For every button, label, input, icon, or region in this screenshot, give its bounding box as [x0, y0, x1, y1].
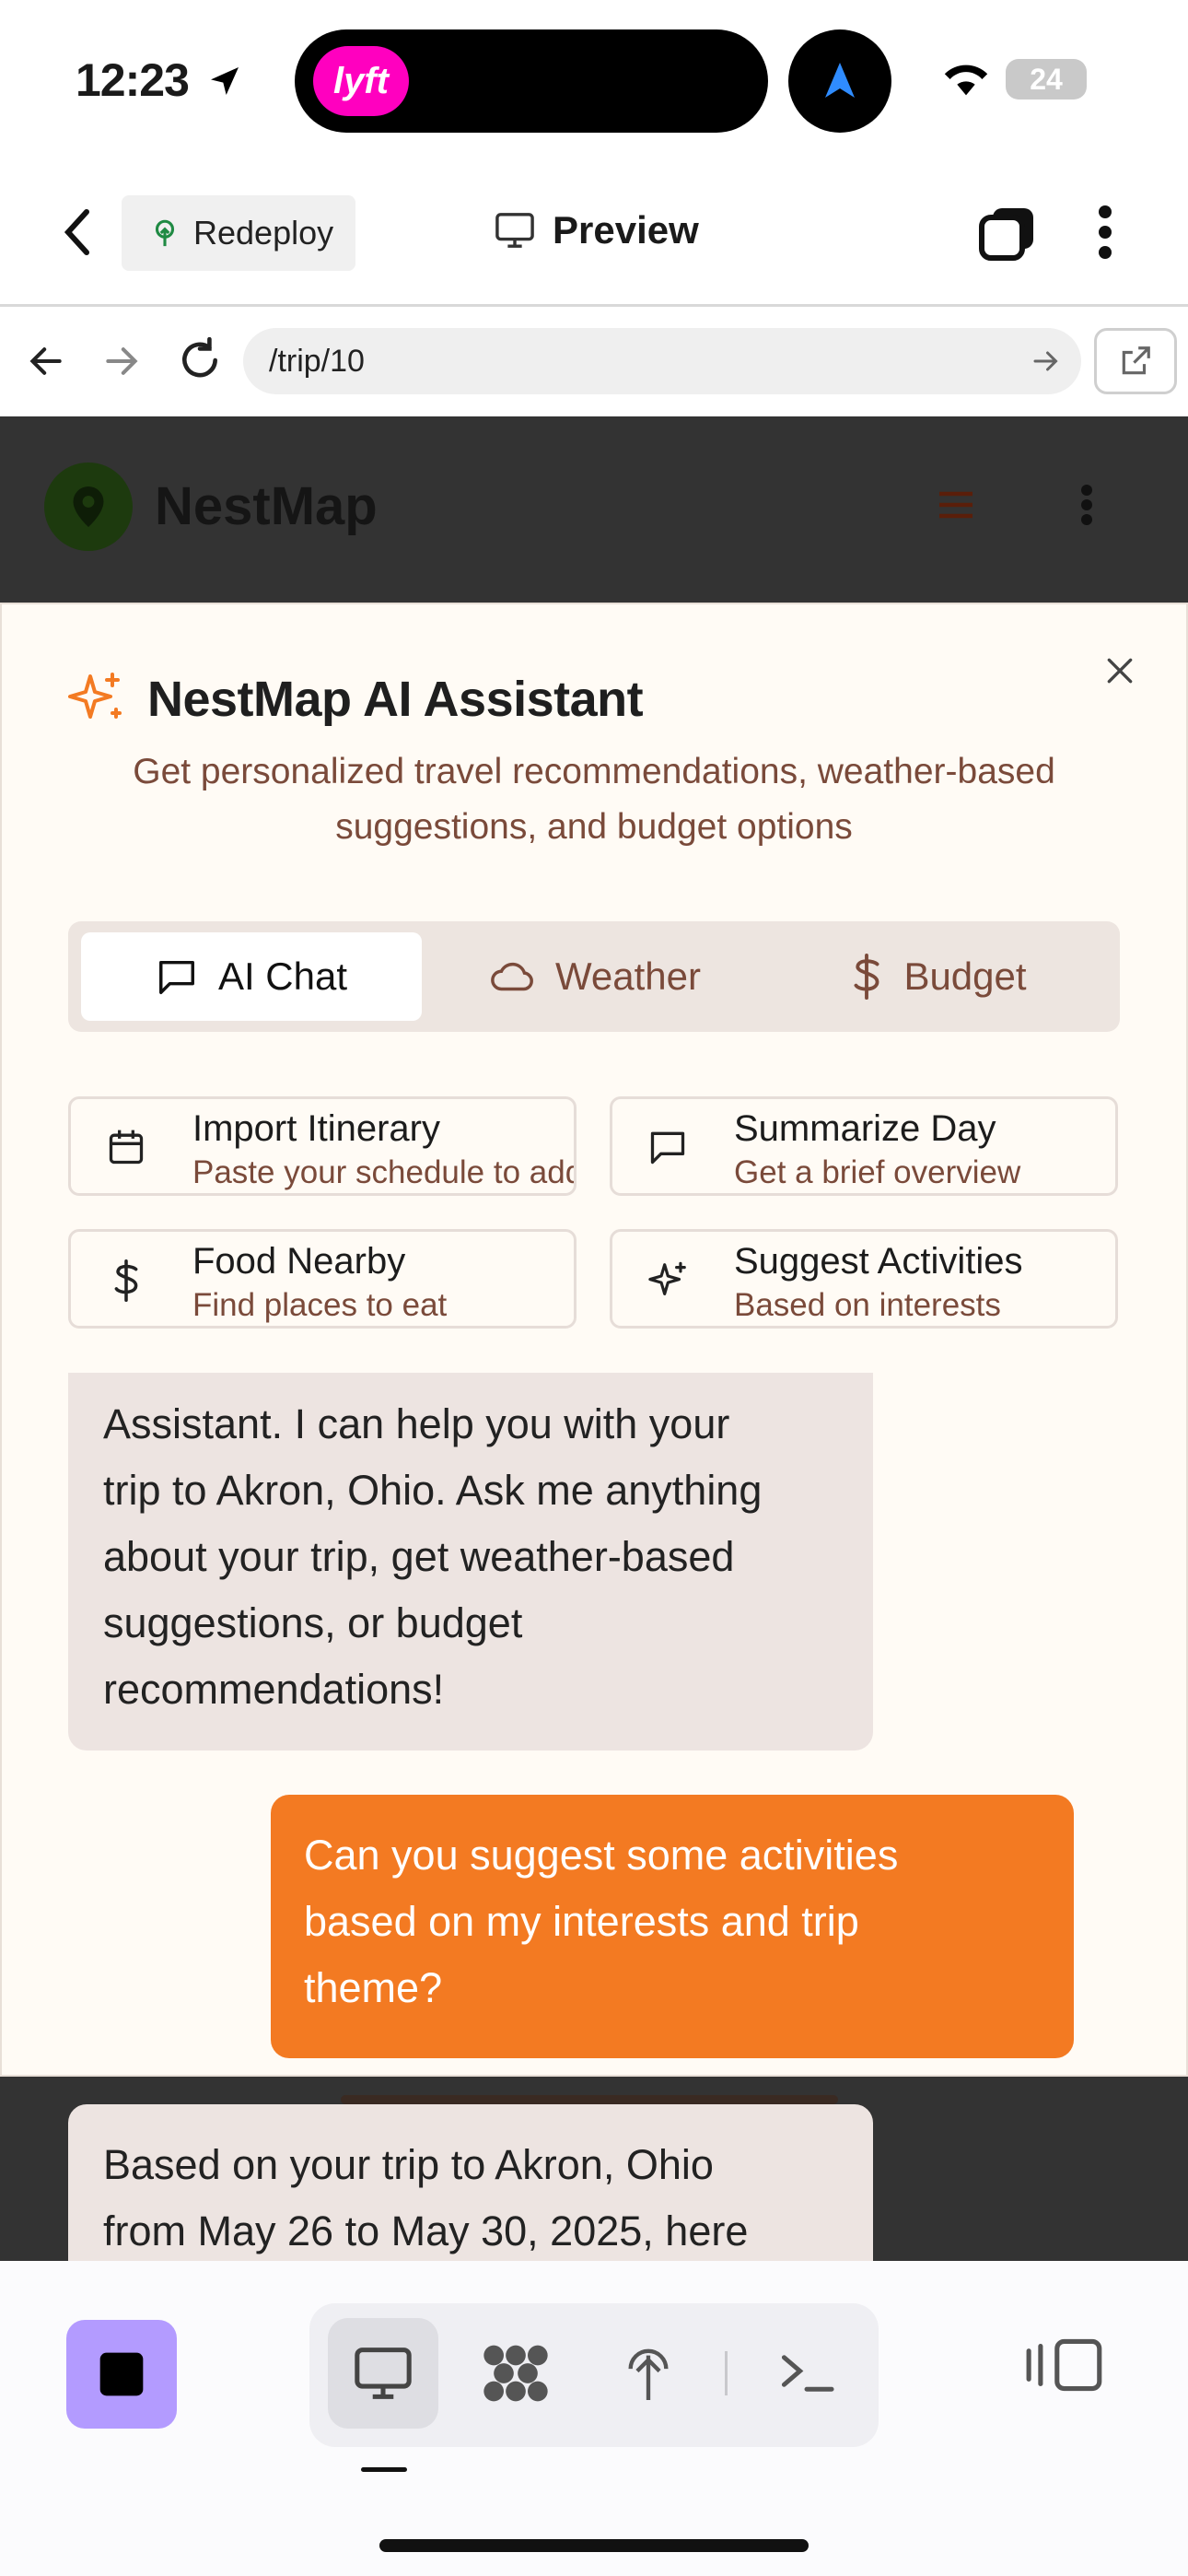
- dollar-icon: [114, 1259, 138, 1302]
- redeploy-button[interactable]: Redeploy: [122, 195, 355, 271]
- suggest-activities-button[interactable]: Suggest Activities Based on interests: [610, 1229, 1118, 1329]
- home-indicator: [379, 2539, 809, 2552]
- app-name: NestMap: [155, 476, 378, 536]
- workspace-tool-button[interactable]: [460, 2318, 571, 2429]
- stop-icon: [99, 2352, 144, 2396]
- chat-icon: [158, 960, 194, 994]
- ai-message-welcome: Assistant. I can help you with your trip…: [68, 1373, 873, 1751]
- navigation-indicator: [788, 29, 891, 133]
- hamburger-menu-icon[interactable]: [936, 486, 976, 523]
- sparkles-icon: [68, 673, 122, 719]
- location-arrow-icon: [210, 67, 239, 95]
- assistant-subtitle: Get personalized travel recommendations,…: [133, 752, 1055, 847]
- import-itinerary-button[interactable]: Import Itinerary Paste your schedule to …: [68, 1096, 577, 1196]
- tabs-icon[interactable]: [978, 205, 1037, 262]
- chat-icon: [650, 1131, 685, 1165]
- wifi-icon: [944, 64, 988, 96]
- lyft-logo: lyft: [313, 46, 409, 116]
- browser-forward-icon[interactable]: [101, 341, 142, 381]
- dots-grid-icon: [483, 2345, 548, 2402]
- deploy-icon: [628, 2348, 669, 2400]
- panels-icon[interactable]: [1024, 2336, 1109, 2394]
- shell-tool-button[interactable]: [751, 2318, 862, 2429]
- dimmed-button-edge: [341, 2095, 838, 2104]
- map-pin-icon: [73, 486, 104, 527]
- redeploy-label: Redeploy: [193, 214, 334, 252]
- active-tool-indicator: [361, 2467, 407, 2472]
- user-message: Can you suggest some activities based on…: [271, 1795, 1074, 2058]
- header-divider: [0, 304, 1188, 307]
- dollar-icon: [854, 954, 879, 1000]
- monitor-icon: [355, 2348, 412, 2399]
- external-link-icon: [1122, 346, 1150, 375]
- terminal-icon: [781, 2355, 834, 2392]
- calendar-icon: [109, 1130, 144, 1165]
- preview-title: Preview: [494, 208, 699, 252]
- preview-tool-button[interactable]: [328, 2318, 438, 2429]
- food-nearby-button[interactable]: Food Nearby Find places to eat: [68, 1229, 577, 1329]
- monitor-icon: [495, 213, 534, 248]
- go-arrow-icon[interactable]: [1030, 345, 1063, 378]
- browser-back-icon[interactable]: [26, 341, 66, 381]
- nestmap-logo: [44, 463, 133, 551]
- sparkles-icon: [648, 1261, 686, 1295]
- deploy-icon: [155, 219, 175, 247]
- tab-ai-chat[interactable]: AI Chat: [81, 932, 422, 1021]
- status-time: 12:23: [76, 53, 243, 107]
- battery-indicator: 24: [1006, 59, 1087, 100]
- close-icon[interactable]: [1101, 652, 1138, 689]
- stop-button[interactable]: [66, 2320, 177, 2429]
- assistant-title: NestMap AI Assistant: [147, 672, 644, 727]
- app-more-options-icon[interactable]: [1079, 483, 1094, 527]
- navigation-arrow-icon: [825, 63, 855, 98]
- deploy-tool-button[interactable]: [593, 2318, 704, 2429]
- cloud-icon: [491, 962, 533, 991]
- more-options-icon[interactable]: [1096, 205, 1114, 260]
- url-input[interactable]: /trip/10: [243, 328, 1081, 394]
- summarize-day-button[interactable]: Summarize Day Get a brief overview: [610, 1096, 1118, 1196]
- tool-divider: [725, 2351, 728, 2395]
- open-external-button[interactable]: [1094, 328, 1177, 394]
- tab-weather[interactable]: Weather: [431, 932, 759, 1021]
- chat-scroll-area[interactable]: Assistant. I can help you with your trip…: [0, 1373, 1188, 2077]
- tab-budget[interactable]: Budget: [770, 932, 1107, 1021]
- back-chevron-icon[interactable]: [59, 205, 96, 260]
- reload-icon[interactable]: [177, 337, 223, 383]
